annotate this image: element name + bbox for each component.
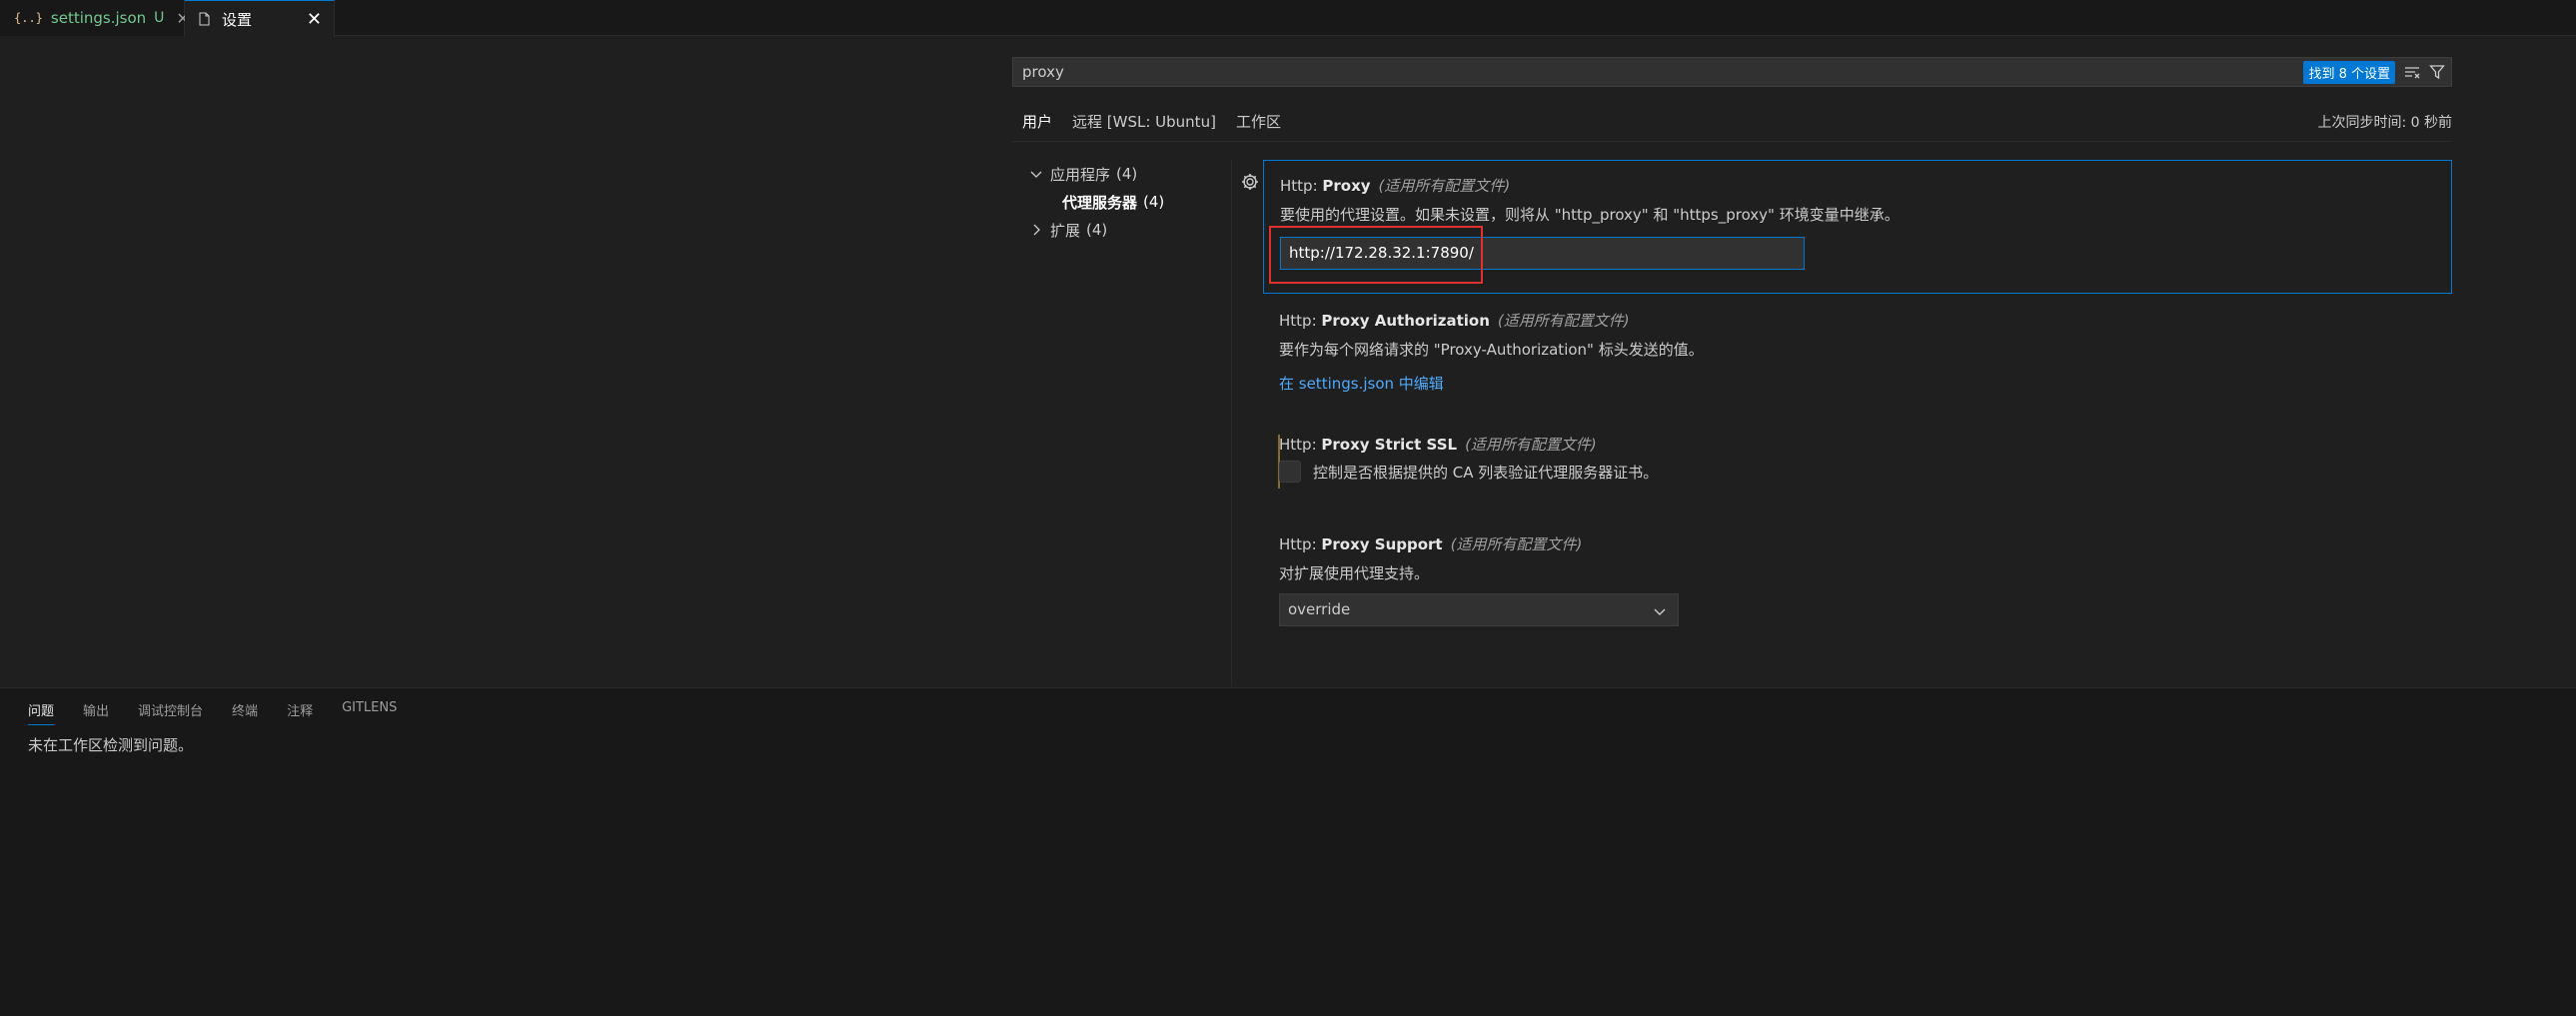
- tab-workspace[interactable]: 工作区: [1226, 108, 1291, 142]
- settings-scope-tabs: 用户 远程 [WSL: Ubuntu] 工作区: [1012, 108, 1291, 142]
- bottom-panel: 问题 输出 调试控制台 终端 注释 GITLENS 未在工作区检测到问题。: [0, 687, 2576, 1016]
- select-value: override: [1288, 600, 1351, 618]
- clear-filter-icon[interactable]: [2401, 61, 2423, 83]
- setting-http-proxy-authorization: Http: Proxy Authorization (适用所有配置文件) 要作为每…: [1263, 296, 2452, 406]
- setting-description: 要使用的代理设置。如果未设置，则将从 "http_proxy" 和 "https…: [1280, 206, 1900, 224]
- divider: [1012, 141, 2452, 142]
- setting-title: Http: Proxy Authorization (适用所有配置文件): [1279, 310, 1630, 331]
- setting-name: Proxy Strict SSL: [1321, 436, 1458, 454]
- setting-title: Http: Proxy Support (适用所有配置文件): [1279, 533, 1582, 554]
- tab-comments[interactable]: 注释: [287, 700, 313, 725]
- chevron-right-icon: [1033, 224, 1040, 236]
- checkbox-label: 控制是否根据提供的 CA 列表验证代理服务器证书。: [1313, 464, 1659, 482]
- setting-scope: (适用所有配置文件): [1465, 436, 1597, 454]
- chevron-down-icon: [1654, 608, 1666, 615]
- setting-scope: (适用所有配置文件): [1450, 535, 1583, 553]
- edit-in-settings-json-link[interactable]: 在 settings.json 中编辑: [1279, 373, 1444, 394]
- strict-ssl-checkbox[interactable]: [1279, 461, 1301, 483]
- json-file-icon: {..}: [14, 11, 43, 25]
- setting-category: Http:: [1279, 436, 1322, 454]
- proxy-support-select[interactable]: override: [1279, 593, 1679, 626]
- annotation-highlight-box: [1269, 226, 1483, 284]
- setting-http-proxy-support: Http: Proxy Support (适用所有配置文件) 对扩展使用代理支持。…: [1263, 519, 2452, 629]
- search-input[interactable]: proxy: [1022, 63, 2303, 81]
- setting-description: 要作为每个网络请求的 "Proxy-Authorization" 标头发送的值。: [1279, 341, 1704, 359]
- tab-problems[interactable]: 问题: [28, 700, 55, 725]
- setting-title: Http: Proxy Strict SSL (适用所有配置文件): [1279, 434, 1597, 455]
- toc-item-application[interactable]: 应用程序 (4): [1012, 160, 1232, 188]
- tab-remote[interactable]: 远程 [WSL: Ubuntu]: [1062, 108, 1226, 142]
- filter-icon[interactable]: [2426, 61, 2448, 83]
- tab-label: 设置: [222, 10, 253, 29]
- tab-label: settings.json: [50, 9, 147, 27]
- setting-description: 对扩展使用代理支持。: [1279, 564, 1430, 582]
- tab-output[interactable]: 输出: [83, 700, 109, 725]
- settings-toc: 应用程序 (4) 代理服务器 (4) 扩展 (4): [1012, 160, 1232, 244]
- setting-scope: (适用所有配置文件): [1378, 177, 1511, 195]
- tab-debug-console[interactable]: 调试控制台: [138, 700, 203, 725]
- tab-settings[interactable]: 设置 ✕: [185, 0, 335, 37]
- close-icon[interactable]: ✕: [307, 9, 322, 30]
- setting-category: Http:: [1279, 312, 1322, 330]
- setting-name: Proxy: [1322, 177, 1371, 195]
- setting-category: Http:: [1280, 177, 1323, 195]
- tab-terminal[interactable]: 终端: [232, 700, 258, 725]
- tab-user[interactable]: 用户: [1012, 108, 1063, 142]
- setting-title: Http: Proxy (适用所有配置文件): [1280, 175, 1510, 196]
- toc-item-extensions[interactable]: 扩展 (4): [1012, 216, 1232, 244]
- file-icon: [199, 12, 210, 26]
- toc-item-proxy[interactable]: 代理服务器 (4): [1012, 188, 1232, 216]
- tab-settings-json[interactable]: {..} settings.json U ✕: [0, 0, 190, 36]
- setting-category: Http:: [1279, 535, 1322, 553]
- toc-label: 代理服务器: [1062, 193, 1138, 212]
- sync-status: 上次同步时间: 0 秒前: [2317, 115, 2452, 131]
- panel-tabs: 问题 输出 调试控制台 终端 注释 GITLENS: [28, 700, 426, 725]
- problems-message: 未在工作区检测到问题。: [28, 736, 194, 754]
- toc-divider: [1231, 160, 1232, 686]
- setting-name: Proxy Support: [1321, 535, 1443, 553]
- gear-icon[interactable]: [1240, 172, 1260, 192]
- setting-scope: (适用所有配置文件): [1497, 312, 1630, 330]
- editor-tab-bar: {..} settings.json U ✕ 设置 ✕: [0, 0, 2576, 37]
- settings-search[interactable]: proxy 找到 8 个设置: [1012, 57, 2452, 87]
- result-count-badge: 找到 8 个设置: [2303, 60, 2395, 84]
- toc-count: (4): [1116, 165, 1138, 183]
- chevron-down-icon: [1030, 171, 1042, 178]
- tab-gitlens[interactable]: GITLENS: [342, 700, 397, 725]
- toc-label: 应用程序: [1050, 165, 1111, 184]
- toc-count: (4): [1143, 193, 1165, 211]
- toc-count: (4): [1086, 221, 1108, 239]
- untracked-badge: U: [154, 10, 165, 26]
- toc-label: 扩展: [1050, 221, 1081, 240]
- setting-name: Proxy Authorization: [1321, 312, 1490, 330]
- setting-http-proxy-strict-ssl: Http: Proxy Strict SSL (适用所有配置文件) 控制是否根据提…: [1263, 420, 2452, 500]
